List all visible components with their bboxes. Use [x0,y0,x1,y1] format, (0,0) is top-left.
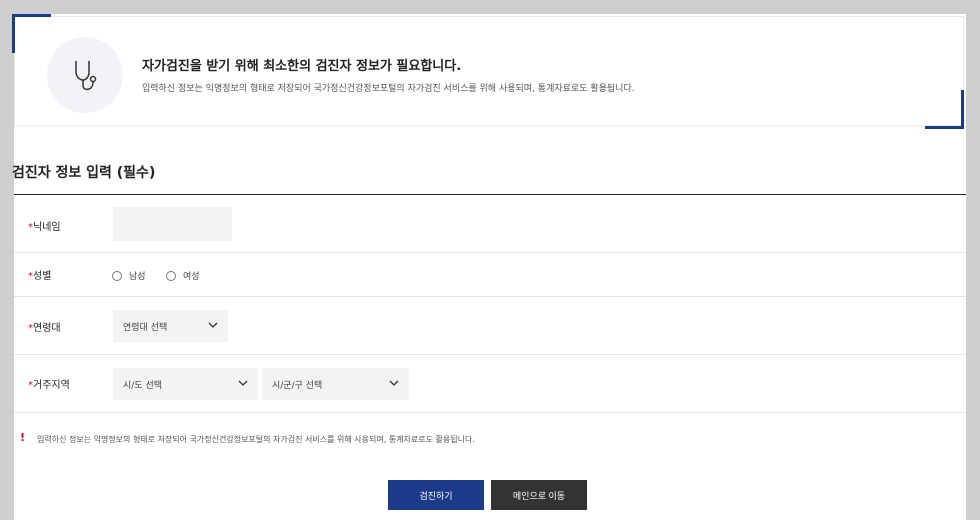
age-label-text: 연령대 [33,323,61,334]
region-row: *거주지역 시/도 선택 시/군/구 선택 [14,355,966,413]
warning-icon: ! [20,431,26,444]
age-row: *연령대 연령대 선택 [14,297,966,355]
age-select-value: 연령대 선택 [123,322,168,333]
region-label: *거주지역 [28,376,70,391]
corner-decoration-top-left [12,14,51,53]
icon-circle [47,37,123,113]
province-select-value: 시/도 선택 [123,380,163,391]
info-description: 입력하신 정보는 익명정보의 형태로 저장되어 국가정신건강정보포털의 자가검진… [142,84,635,94]
corner-decoration-bottom-right [925,90,964,129]
gender-label: *성별 [28,267,51,282]
stethoscope-icon [75,61,97,91]
info-title: 자가검진을 받기 위해 최소한의 검진자 정보가 필요합니다. [142,59,462,74]
gender-row: *성별 남성 여성 [14,253,966,297]
chevron-down-icon [389,380,399,386]
age-label: *연령대 [28,319,61,334]
region-label-text: 거주지역 [33,380,70,391]
form-table: *닉네임 *성별 남성 여성 *연령대 연령대 선택 *거주지역 시/도 선택 … [14,194,966,413]
radio-circle-icon[interactable] [112,270,122,281]
section-title: 검진자 정보 입력 (필수) [12,165,156,181]
notice-text: 입력하신 정보는 익명정보의 형태로 저장되어 국가정신건강정보포털의 자가검진… [37,435,475,444]
info-card: 자가검진을 받기 위해 최소한의 검진자 정보가 필요합니다. 입력하신 정보는… [14,16,964,126]
chevron-down-icon [208,322,218,328]
district-select-value: 시/군/구 선택 [272,380,323,391]
gender-radio-female[interactable]: 여성 [166,269,200,282]
notice: ! 입력하신 정보는 익명정보의 형태로 저장되어 국가정신건강정보포털의 자가… [14,431,966,451]
nickname-row: *닉네임 [14,195,966,253]
page: 자가검진을 받기 위해 최소한의 검진자 정보가 필요합니다. 입력하신 정보는… [12,14,966,520]
gender-label-text: 성별 [33,271,52,282]
nickname-label: *닉네임 [28,218,61,233]
go-main-button[interactable]: 메인으로 이동 [491,480,587,510]
gender-radio-male[interactable]: 남성 [112,269,146,282]
radio-circle-icon[interactable] [166,270,176,281]
province-select[interactable]: 시/도 선택 [113,368,258,400]
gender-option-label: 남성 [129,272,146,282]
district-select[interactable]: 시/군/구 선택 [262,368,409,400]
age-select[interactable]: 연령대 선택 [113,310,228,342]
gender-option-label: 여성 [183,272,200,282]
nickname-label-text: 닉네임 [33,222,61,233]
submit-button[interactable]: 검진하기 [388,480,484,510]
chevron-down-icon [238,380,248,386]
nickname-input[interactable] [113,207,232,241]
